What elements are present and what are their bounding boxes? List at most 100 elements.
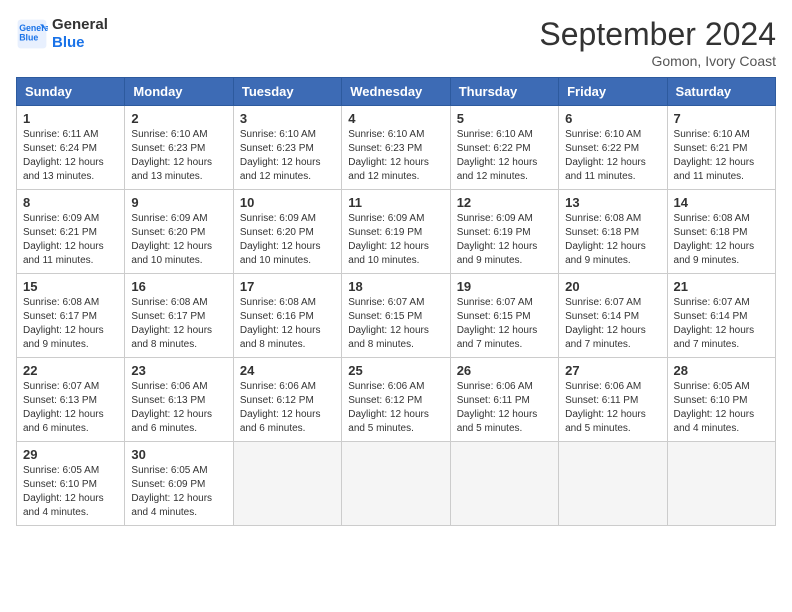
cell-text: Sunrise: 6:08 AMSunset: 6:16 PMDaylight:…: [240, 296, 335, 352]
day-number: 13: [565, 195, 660, 210]
day-cell: [233, 442, 341, 526]
cell-text: Sunrise: 6:09 AMSunset: 6:19 PMDaylight:…: [348, 212, 443, 268]
day-cell: 27Sunrise: 6:06 AMSunset: 6:11 PMDayligh…: [559, 358, 667, 442]
day-cell: 2 Sunrise: 6:10 AMSunset: 6:23 PMDaylight…: [125, 106, 233, 190]
cell-text: Sunrise: 6:09 AMSunset: 6:21 PMDaylight:…: [23, 212, 118, 268]
week-row-2: 8Sunrise: 6:09 AMSunset: 6:21 PMDaylight…: [17, 190, 776, 274]
day-number: 19: [457, 279, 552, 294]
column-header-friday: Friday: [559, 78, 667, 106]
cell-text: Sunrise: 6:06 AMSunset: 6:12 PMDaylight:…: [240, 380, 335, 436]
cell-text: Sunrise: 6:11 AMSunset: 6:24 PMDaylight:…: [23, 128, 118, 184]
day-cell: 13 Sunrise: 6:08 AMSunset: 6:18 PMDayligh…: [559, 190, 667, 274]
cell-text: Sunrise: 6:07 AMSunset: 6:13 PMDaylight:…: [23, 380, 118, 436]
day-number: 23: [131, 363, 226, 378]
day-number: 17: [240, 279, 335, 294]
day-cell: [667, 442, 775, 526]
day-cell: 3 Sunrise: 6:10 AMSunset: 6:23 PMDaylight…: [233, 106, 341, 190]
day-cell: 11Sunrise: 6:09 AMSunset: 6:19 PMDayligh…: [342, 190, 450, 274]
location: Gomon, Ivory Coast: [539, 53, 776, 69]
cell-text: Sunrise: 6:05 AMSunset: 6:10 PMDaylight:…: [674, 380, 769, 436]
day-number: 2: [131, 111, 226, 126]
day-cell: 6Sunrise: 6:10 AMSunset: 6:22 PMDaylight…: [559, 106, 667, 190]
cell-text: Sunrise: 6:06 AMSunset: 6:13 PMDaylight:…: [131, 380, 226, 436]
day-number: 28: [674, 363, 769, 378]
day-cell: [342, 442, 450, 526]
day-number: 10: [240, 195, 335, 210]
cell-text: Sunrise: 6:07 AMSunset: 6:15 PMDaylight:…: [457, 296, 552, 352]
cell-text: Sunrise: 6:08 AMSunset: 6:18 PMDaylight:…: [565, 212, 660, 268]
calendar-table: SundayMondayTuesdayWednesdayThursdayFrid…: [16, 77, 776, 526]
day-number: 20: [565, 279, 660, 294]
day-cell: 4 Sunrise: 6:10 AMSunset: 6:23 PMDaylight…: [342, 106, 450, 190]
cell-text: Sunrise: 6:08 AMSunset: 6:17 PMDaylight:…: [131, 296, 226, 352]
column-header-thursday: Thursday: [450, 78, 558, 106]
cell-text: Sunrise: 6:05 AMSunset: 6:10 PMDaylight:…: [23, 464, 118, 520]
day-number: 30: [131, 447, 226, 462]
day-number: 29: [23, 447, 118, 462]
day-number: 15: [23, 279, 118, 294]
day-number: 9: [131, 195, 226, 210]
day-number: 26: [457, 363, 552, 378]
cell-text: Sunrise: 6:06 AMSunset: 6:12 PMDaylight:…: [348, 380, 443, 436]
column-header-saturday: Saturday: [667, 78, 775, 106]
day-cell: 21 Sunrise: 6:07 AMSunset: 6:14 PMDayligh…: [667, 274, 775, 358]
day-cell: 7Sunrise: 6:10 AMSunset: 6:21 PMDaylight…: [667, 106, 775, 190]
cell-text: Sunrise: 6:07 AMSunset: 6:14 PMDaylight:…: [565, 296, 660, 352]
day-cell: 26 Sunrise: 6:06 AMSunset: 6:11 PMDayligh…: [450, 358, 558, 442]
week-row-4: 22 Sunrise: 6:07 AMSunset: 6:13 PMDayligh…: [17, 358, 776, 442]
day-number: 14: [674, 195, 769, 210]
day-cell: 9 Sunrise: 6:09 AMSunset: 6:20 PMDaylight…: [125, 190, 233, 274]
day-cell: 29 Sunrise: 6:05 AMSunset: 6:10 PMDayligh…: [17, 442, 125, 526]
cell-text: Sunrise: 6:09 AMSunset: 6:20 PMDaylight:…: [131, 212, 226, 268]
cell-text: Sunrise: 6:05 AMSunset: 6:09 PMDaylight:…: [131, 464, 226, 520]
day-number: 12: [457, 195, 552, 210]
day-number: 27: [565, 363, 660, 378]
cell-text: Sunrise: 6:08 AMSunset: 6:18 PMDaylight:…: [674, 212, 769, 268]
column-header-monday: Monday: [125, 78, 233, 106]
column-header-sunday: Sunday: [17, 78, 125, 106]
day-cell: 20 Sunrise: 6:07 AMSunset: 6:14 PMDayligh…: [559, 274, 667, 358]
day-number: 1: [23, 111, 118, 126]
day-number: 6: [565, 111, 660, 126]
day-number: 25: [348, 363, 443, 378]
day-cell: 8Sunrise: 6:09 AMSunset: 6:21 PMDaylight…: [17, 190, 125, 274]
day-cell: 22 Sunrise: 6:07 AMSunset: 6:13 PMDayligh…: [17, 358, 125, 442]
day-cell: 14 Sunrise: 6:08 AMSunset: 6:18 PMDayligh…: [667, 190, 775, 274]
day-cell: 28 Sunrise: 6:05 AMSunset: 6:10 PMDayligh…: [667, 358, 775, 442]
day-cell: 5Sunrise: 6:10 AMSunset: 6:22 PMDaylight…: [450, 106, 558, 190]
day-cell: 18Sunrise: 6:07 AMSunset: 6:15 PMDayligh…: [342, 274, 450, 358]
cell-text: Sunrise: 6:10 AMSunset: 6:23 PMDaylight:…: [131, 128, 226, 184]
day-cell: 12 Sunrise: 6:09 AMSunset: 6:19 PMDayligh…: [450, 190, 558, 274]
cell-text: Sunrise: 6:09 AMSunset: 6:20 PMDaylight:…: [240, 212, 335, 268]
month-title: September 2024: [539, 16, 776, 53]
week-row-1: 1 Sunrise: 6:11 AMSunset: 6:24 PMDaylight…: [17, 106, 776, 190]
day-number: 3: [240, 111, 335, 126]
day-number: 21: [674, 279, 769, 294]
day-number: 18: [348, 279, 443, 294]
cell-text: Sunrise: 6:10 AMSunset: 6:22 PMDaylight:…: [457, 128, 552, 184]
day-cell: [559, 442, 667, 526]
day-number: 22: [23, 363, 118, 378]
cell-text: Sunrise: 6:08 AMSunset: 6:17 PMDaylight:…: [23, 296, 118, 352]
day-cell: 16 Sunrise: 6:08 AMSunset: 6:17 PMDayligh…: [125, 274, 233, 358]
logo-blue: Blue: [52, 34, 108, 52]
week-row-3: 15 Sunrise: 6:08 AMSunset: 6:17 PMDayligh…: [17, 274, 776, 358]
day-cell: 17 Sunrise: 6:08 AMSunset: 6:16 PMDayligh…: [233, 274, 341, 358]
day-number: 16: [131, 279, 226, 294]
column-header-wednesday: Wednesday: [342, 78, 450, 106]
day-cell: 15 Sunrise: 6:08 AMSunset: 6:17 PMDayligh…: [17, 274, 125, 358]
column-header-row: SundayMondayTuesdayWednesdayThursdayFrid…: [17, 78, 776, 106]
cell-text: Sunrise: 6:09 AMSunset: 6:19 PMDaylight:…: [457, 212, 552, 268]
day-number: 24: [240, 363, 335, 378]
day-cell: 24 Sunrise: 6:06 AMSunset: 6:12 PMDayligh…: [233, 358, 341, 442]
cell-text: Sunrise: 6:10 AMSunset: 6:23 PMDaylight:…: [240, 128, 335, 184]
day-cell: 10 Sunrise: 6:09 AMSunset: 6:20 PMDayligh…: [233, 190, 341, 274]
logo-icon: General Blue: [16, 18, 48, 50]
column-header-tuesday: Tuesday: [233, 78, 341, 106]
svg-text:Blue: Blue: [19, 32, 38, 42]
cell-text: Sunrise: 6:06 AMSunset: 6:11 PMDaylight:…: [457, 380, 552, 436]
cell-text: Sunrise: 6:10 AMSunset: 6:23 PMDaylight:…: [348, 128, 443, 184]
day-number: 4: [348, 111, 443, 126]
cell-text: Sunrise: 6:07 AMSunset: 6:14 PMDaylight:…: [674, 296, 769, 352]
cell-text: Sunrise: 6:10 AMSunset: 6:21 PMDaylight:…: [674, 128, 769, 184]
